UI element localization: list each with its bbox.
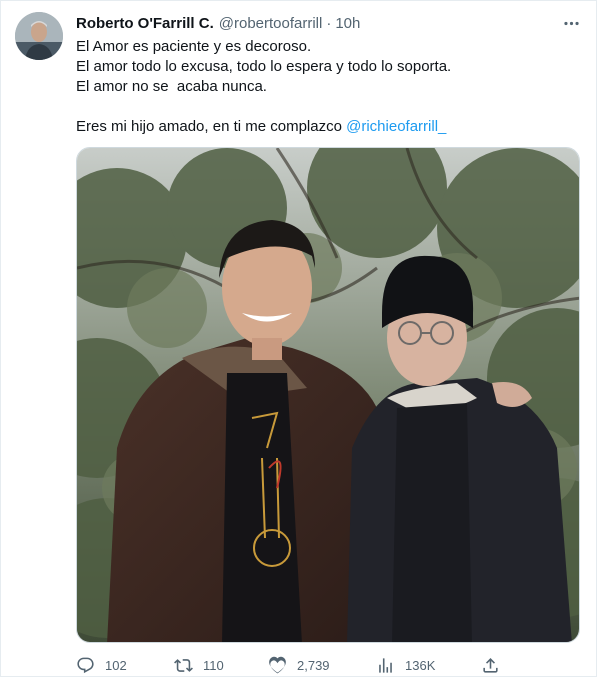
more-icon <box>563 21 579 25</box>
reply-button[interactable]: 102 <box>76 653 127 677</box>
author-handle[interactable]: @robertoofarrill <box>219 15 323 32</box>
repost-button[interactable]: 110 <box>174 653 224 677</box>
tweet-text-line: El amor no se acaba nunca. <box>76 78 267 95</box>
tweet-text: El Amor es paciente y es decoroso. El am… <box>76 37 581 137</box>
tweet-text-segment: Eres mi hijo amado, en ti me complazco <box>76 118 347 135</box>
repost-count: 110 <box>203 657 224 673</box>
like-icon <box>269 656 286 673</box>
tweet-actions: 102 110 2,739 136K <box>76 653 506 677</box>
tweet-text-line: Eres mi hijo amado, en ti me complazco @… <box>76 117 581 137</box>
views-icon <box>379 657 392 673</box>
share-button[interactable] <box>481 653 500 677</box>
more-button[interactable] <box>559 11 583 35</box>
views-button[interactable]: 136K <box>376 653 435 677</box>
reply-count: 102 <box>105 657 127 673</box>
header-separator: · <box>326 14 332 32</box>
repost-icon <box>174 658 193 672</box>
views-count: 136K <box>405 657 436 673</box>
reply-icon <box>77 657 94 673</box>
author-display-name[interactable]: Roberto O'Farrill C. <box>76 15 214 32</box>
like-count: 2,739 <box>297 657 330 673</box>
tweet-card[interactable]: Roberto O'Farrill C. @robertoofarrill · … <box>0 0 597 677</box>
author-avatar[interactable] <box>15 12 63 60</box>
photo-image <box>77 148 579 642</box>
mention-link[interactable]: @richieofarrill_ <box>346 118 446 135</box>
like-button[interactable]: 2,739 <box>268 653 330 677</box>
tweet-text-line: El Amor es paciente y es decoroso. <box>76 38 312 55</box>
tweet-timestamp[interactable]: 10h <box>335 15 360 32</box>
avatar-photo-icon <box>15 12 63 60</box>
share-icon <box>483 657 498 673</box>
tweet-text-line: El amor todo lo excusa, todo lo espera y… <box>76 58 452 75</box>
tweet-photo[interactable] <box>76 147 580 643</box>
tweet-header: Roberto O'Farrill C. @robertoofarrill · … <box>76 13 360 33</box>
